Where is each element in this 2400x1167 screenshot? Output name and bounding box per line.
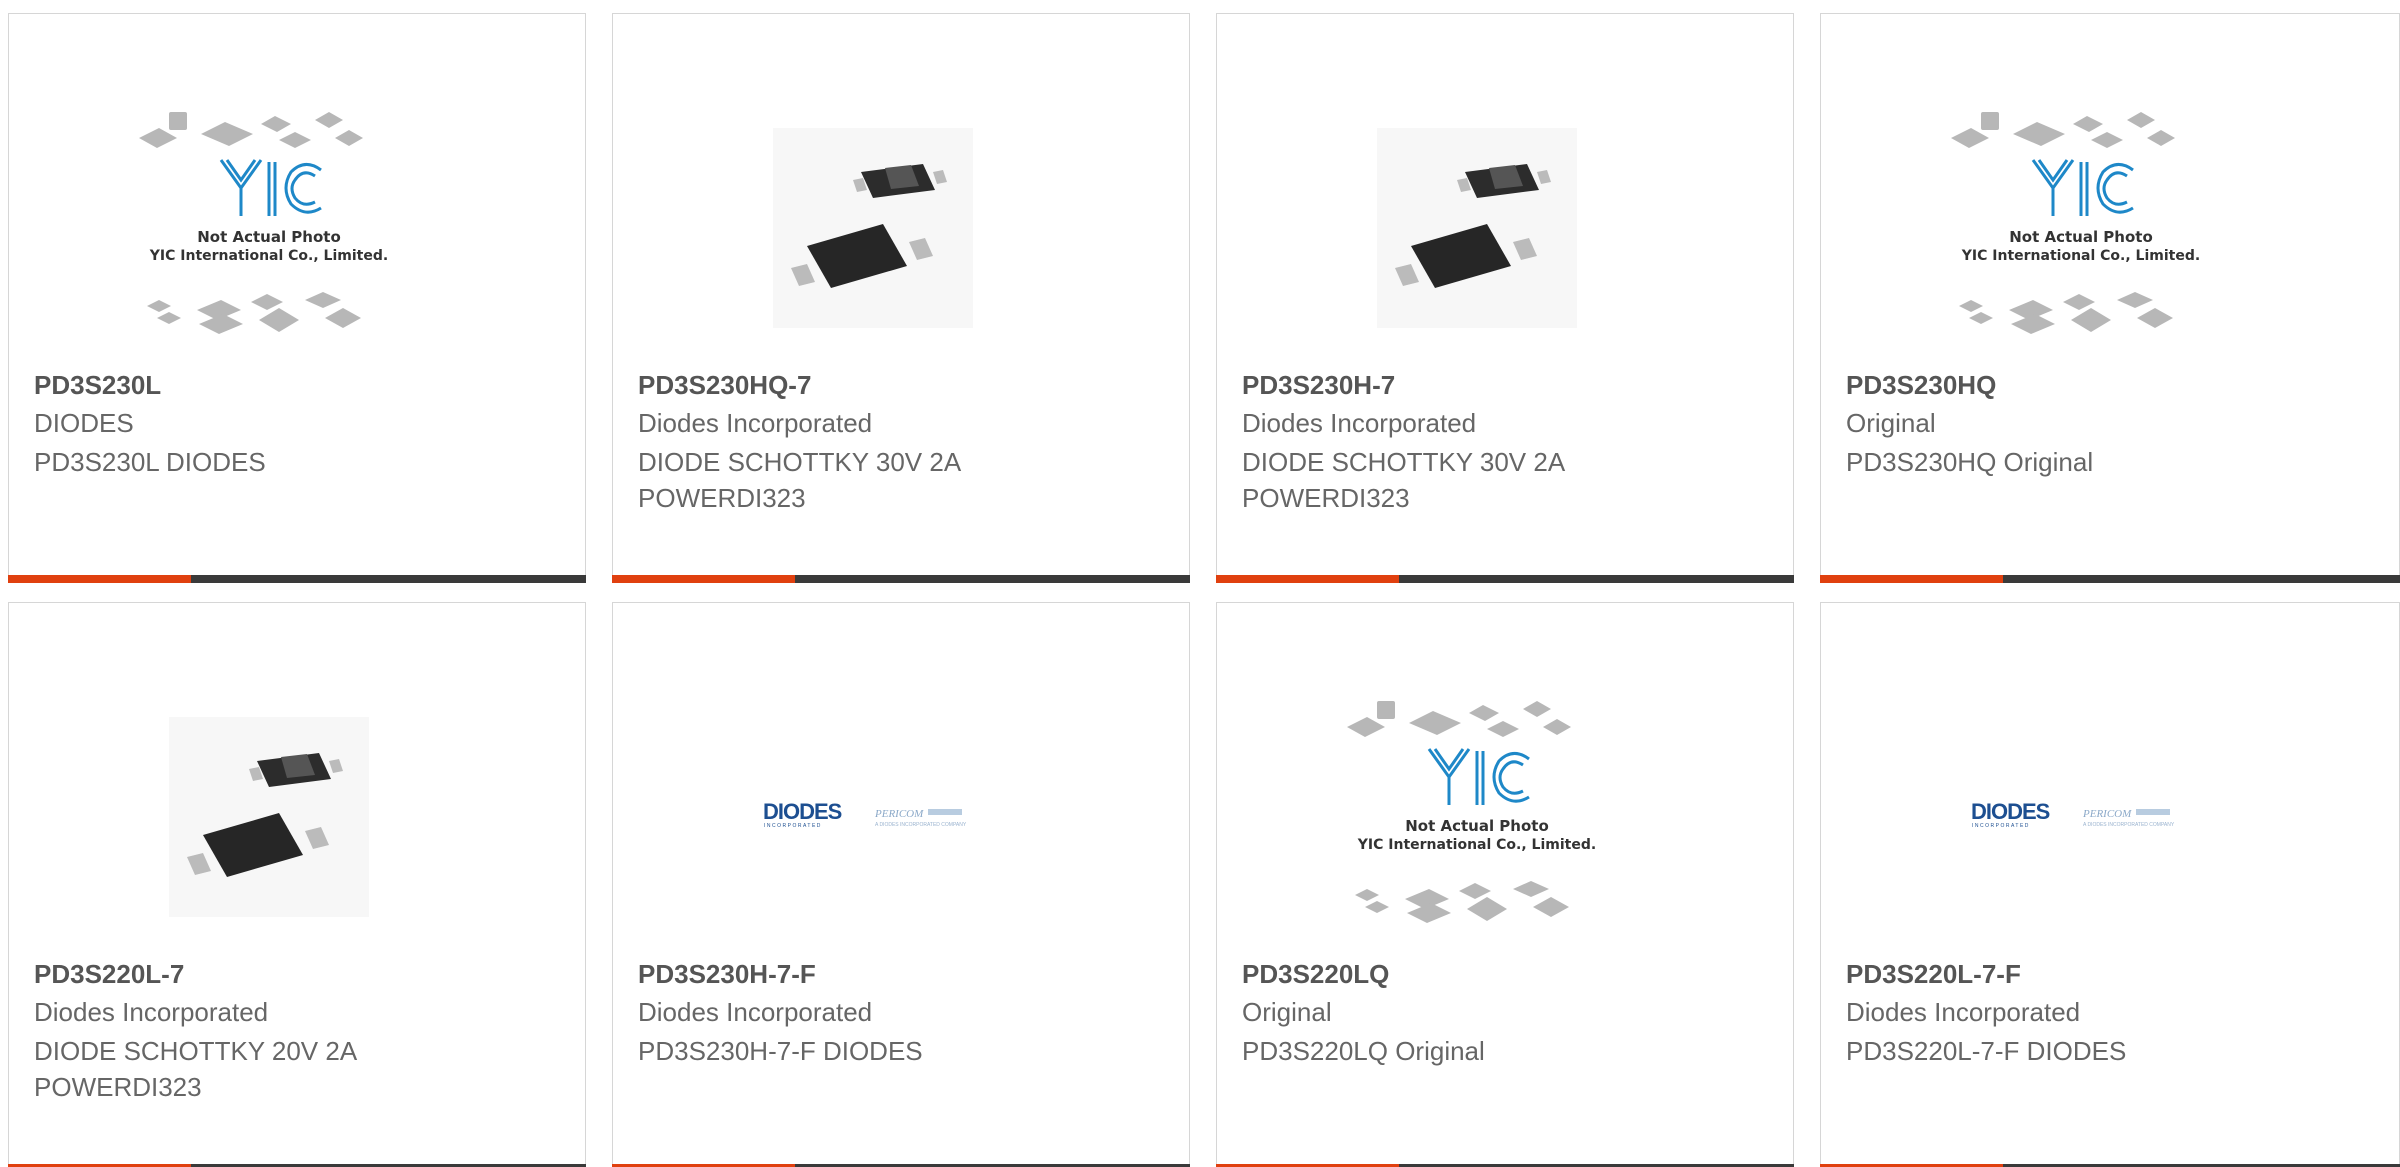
placeholder-line2: YIC International Co., Limited. — [1961, 248, 2200, 264]
diodes-logo-text: DIODES — [1971, 799, 2050, 824]
yic-placeholder-icon: Not Actual Photo YIC International Co., … — [1941, 96, 2221, 360]
manufacturer: Diodes Incorporated — [638, 408, 873, 438]
product-grid: Not Actual Photo YIC International Co., … — [0, 0, 2400, 1167]
diodes-logo-sub: INCORPORATED — [1972, 823, 2030, 829]
card-bar — [1820, 575, 2400, 583]
part-number[interactable]: PD3S230HQ-7 — [638, 370, 811, 401]
product-card[interactable]: PD3S230H-7 Diodes Incorporated DIODE SCH… — [1216, 13, 1794, 583]
card-bar — [1216, 575, 1794, 583]
pericom-logo-text: PERICOM — [2082, 808, 2132, 820]
placeholder-line1: Not Actual Photo — [2009, 228, 2153, 246]
card-bar-accent — [1820, 575, 2003, 583]
yic-placeholder-icon: Not Actual Photo YIC International Co., … — [129, 96, 409, 360]
manufacturer: Diodes Incorporated — [34, 997, 269, 1027]
description: PD3S230H-7-F DIODES — [638, 1036, 923, 1066]
part-number[interactable]: PD3S230H-7-F — [638, 959, 816, 990]
product-card[interactable]: Not Actual Photo YIC International Co., … — [1216, 602, 1794, 1167]
pericom-logo-sub: A DIODES INCORPORATED COMPANY — [2083, 822, 2175, 828]
card-bar — [8, 575, 586, 583]
product-card[interactable]: PD3S230HQ-7 Diodes Incorporated DIODE SC… — [612, 13, 1190, 583]
yic-placeholder-icon: Not Actual Photo YIC International Co., … — [1337, 685, 1617, 949]
diodes-logo-text: DIODES — [763, 799, 842, 824]
manufacturer: Diodes Incorporated — [1242, 408, 1477, 438]
diode-package-icon — [733, 96, 1013, 360]
diode-package-icon — [1337, 96, 1617, 360]
pericom-logo-text: PERICOM — [874, 808, 924, 820]
part-number[interactable]: PD3S220L-7-F — [1846, 959, 2021, 990]
diodes-logo-icon: DIODES INCORPORATED PERICOM A DIODES INC… — [1941, 685, 2221, 949]
card-bar-accent — [1216, 575, 1399, 583]
card-bar-accent — [612, 575, 795, 583]
diode-package-icon — [129, 685, 409, 949]
diodes-logo-sub: INCORPORATED — [764, 823, 822, 829]
part-number[interactable]: PD3S220LQ — [1242, 959, 1389, 990]
placeholder-line1: Not Actual Photo — [1405, 817, 1549, 835]
description: PD3S230L DIODES — [34, 447, 266, 477]
description: PD3S230HQ Original — [1846, 447, 2094, 477]
product-card[interactable]: DIODES INCORPORATED PERICOM A DIODES INC… — [1820, 602, 2400, 1167]
manufacturer: Diodes Incorporated — [1846, 997, 2081, 1027]
part-number[interactable]: PD3S230L — [34, 370, 161, 401]
diodes-logo-icon: DIODES INCORPORATED PERICOM A DIODES INC… — [733, 685, 1013, 949]
product-card[interactable]: DIODES INCORPORATED PERICOM A DIODES INC… — [612, 602, 1190, 1167]
manufacturer: DIODES — [34, 408, 134, 438]
product-card[interactable]: PD3S220L-7 Diodes Incorporated DIODE SCH… — [8, 602, 586, 1167]
manufacturer: Diodes Incorporated — [638, 997, 873, 1027]
manufacturer: Original — [1846, 408, 1936, 438]
manufacturer: Original — [1242, 997, 1332, 1027]
description: PD3S220LQ Original — [1242, 1036, 1485, 1066]
placeholder-line2: YIC International Co., Limited. — [149, 248, 388, 264]
part-number[interactable]: PD3S230HQ — [1846, 370, 1996, 401]
placeholder-line2: YIC International Co., Limited. — [1357, 837, 1596, 853]
product-card[interactable]: Not Actual Photo YIC International Co., … — [1820, 13, 2400, 583]
description: DIODE SCHOTTKY 20V 2A POWERDI323 — [34, 1036, 356, 1102]
card-bar-accent — [8, 575, 191, 583]
pericom-logo-sub: A DIODES INCORPORATED COMPANY — [875, 822, 967, 828]
description: DIODE SCHOTTKY 30V 2A POWERDI323 — [638, 447, 960, 513]
placeholder-line1: Not Actual Photo — [197, 228, 341, 246]
part-number[interactable]: PD3S230H-7 — [1242, 370, 1395, 401]
product-card[interactable]: Not Actual Photo YIC International Co., … — [8, 13, 586, 583]
description: DIODE SCHOTTKY 30V 2A POWERDI323 — [1242, 447, 1564, 513]
card-bar — [612, 575, 1190, 583]
description: PD3S220L-7-F DIODES — [1846, 1036, 2127, 1066]
part-number[interactable]: PD3S220L-7 — [34, 959, 184, 990]
